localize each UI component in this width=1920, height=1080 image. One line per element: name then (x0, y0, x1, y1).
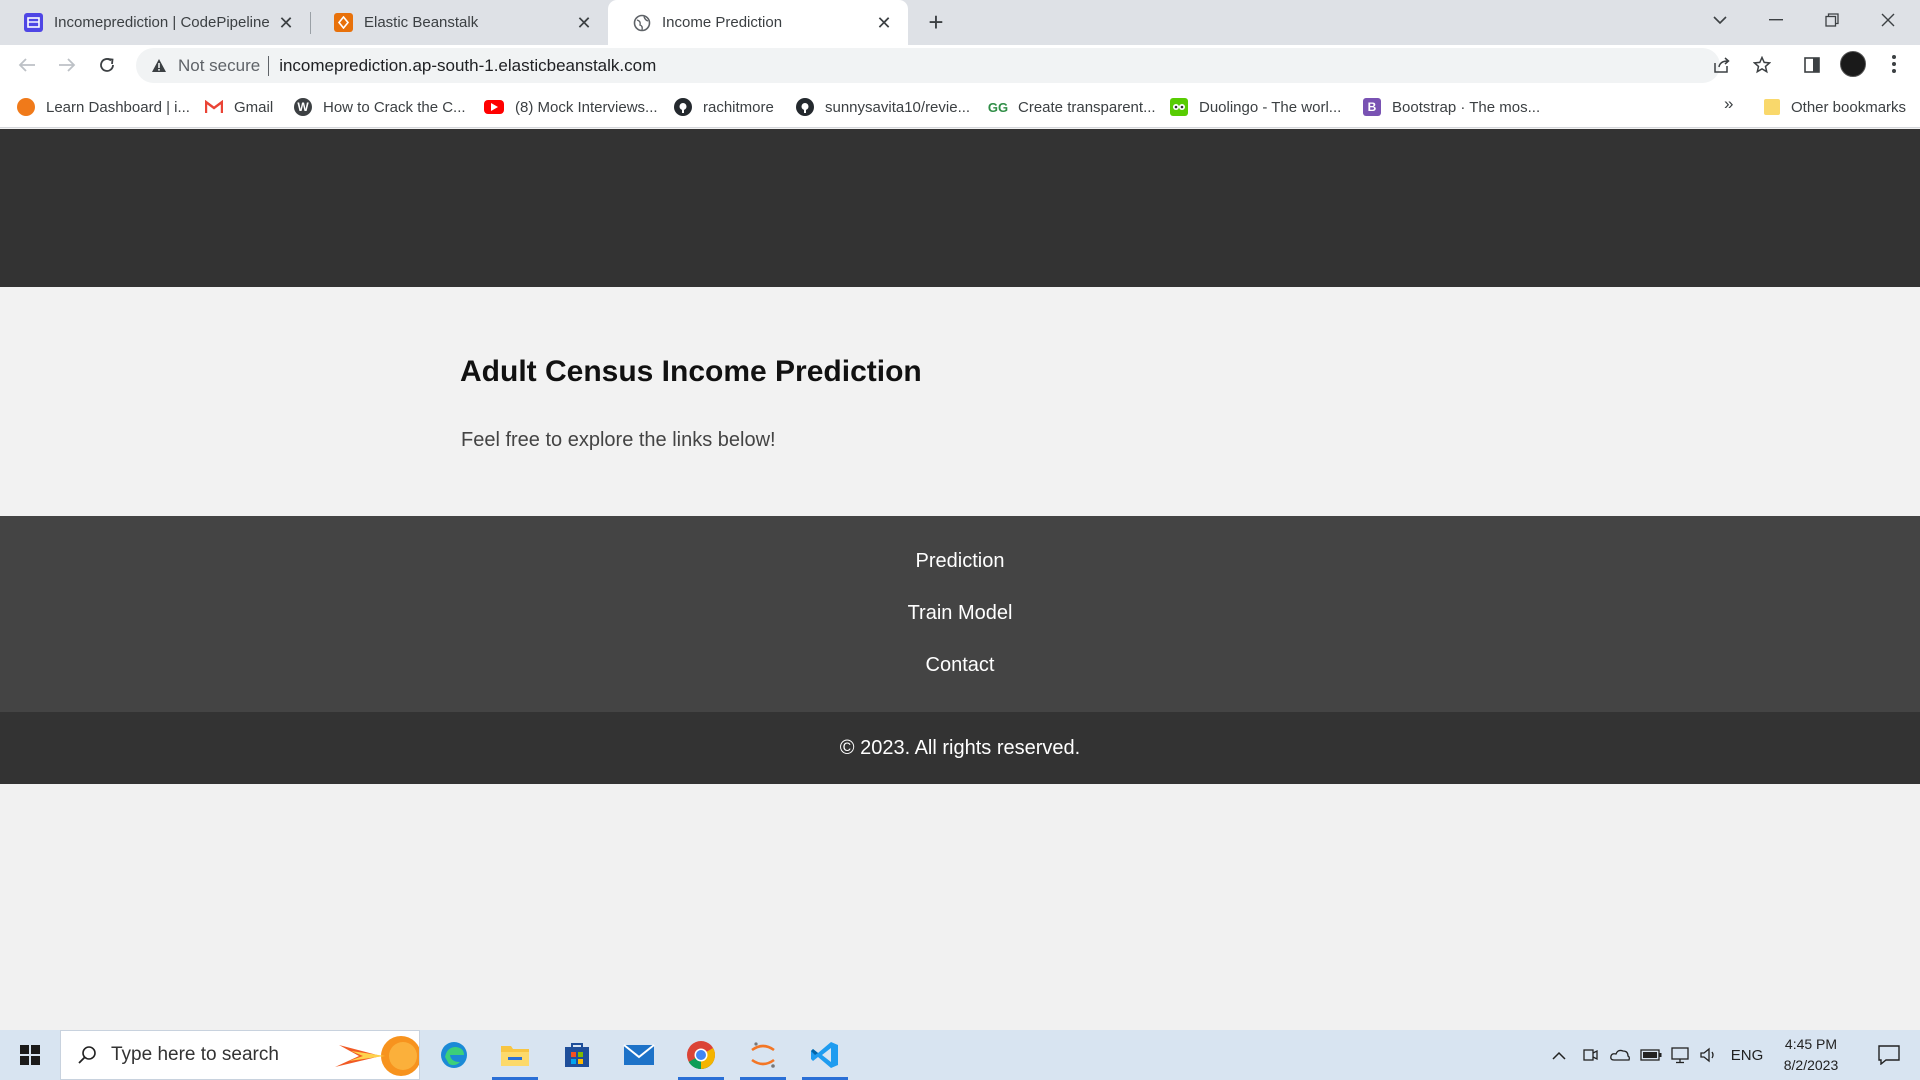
geeksforgeeks-icon: GG (987, 99, 1009, 115)
codepipeline-icon (24, 13, 43, 32)
search-placeholder: Type here to search (111, 1044, 279, 1065)
address-bar[interactable]: Not secure incomeprediction.ap-south-1.e… (136, 48, 1720, 83)
copyright-text: © 2023. All rights reserved. (839, 736, 1081, 759)
battery-icon[interactable] (1638, 1030, 1664, 1080)
network-icon[interactable] (1668, 1030, 1694, 1080)
folder-icon (1764, 99, 1780, 115)
taskbar-clock[interactable]: 4:45 PM 8/2/2023 (1772, 1034, 1850, 1076)
vscode-icon[interactable] (796, 1030, 854, 1080)
bookmark-label: How to Crack the C... (323, 98, 466, 116)
bookmarks-bar: Learn Dashboard | i... Gmail W How to Cr… (0, 86, 1920, 128)
side-panel-icon[interactable] (1796, 49, 1828, 81)
github-icon (674, 98, 692, 116)
edge-icon[interactable] (425, 1030, 483, 1080)
tab-elastic-beanstalk[interactable]: Elastic Beanstalk ✕ (310, 0, 608, 45)
windows-taskbar: Type here to search ENG 4:45 PM 8/2/2023 (0, 1030, 1920, 1080)
bookmark-item[interactable]: Duolingo - The worl... (1170, 86, 1341, 128)
close-tab-icon[interactable]: ✕ (574, 13, 594, 33)
address-divider (268, 55, 270, 76)
onedrive-icon[interactable] (1606, 1030, 1634, 1080)
bookmark-star-icon[interactable] (1746, 49, 1778, 81)
new-tab-button[interactable]: + (922, 8, 950, 36)
bookmark-item[interactable]: Gmail (205, 86, 273, 128)
contact-link[interactable]: Contact (0, 654, 1920, 677)
tab-codepipeline[interactable]: Incomeprediction | CodePipeline ✕ (0, 0, 310, 45)
browser-menu-icon[interactable] (1884, 50, 1904, 78)
meet-now-icon[interactable] (1578, 1030, 1602, 1080)
close-window-icon[interactable] (1860, 0, 1916, 40)
browser-tab-strip: Incomeprediction | CodePipeline ✕ Elasti… (0, 0, 1920, 45)
bookmark-label: rachitmore (703, 98, 774, 116)
elastic-beanstalk-icon (334, 13, 353, 32)
bookmark-label: Learn Dashboard | i... (46, 98, 190, 116)
hero-section: Adult Census Income Prediction Feel free… (0, 287, 1920, 516)
bookmark-item[interactable]: B Bootstrap · The mos... (1363, 86, 1540, 128)
minimize-icon[interactable] (1748, 0, 1804, 40)
tab-income-prediction[interactable]: Income Prediction ✕ (608, 0, 908, 45)
links-section: Prediction Train Model Contact (0, 516, 1920, 712)
back-arrow-icon[interactable] (11, 49, 43, 81)
tab-title: Elastic Beanstalk (364, 14, 479, 31)
restore-icon[interactable] (1804, 0, 1860, 40)
bookmark-item[interactable]: W How to Crack the C... (294, 86, 466, 128)
notification-center-icon[interactable] (1864, 1030, 1914, 1080)
clock-date: 8/2/2023 (1783, 1057, 1839, 1073)
url-text[interactable]: incomeprediction.ap-south-1.elasticbeans… (279, 56, 656, 76)
bootstrap-icon: B (1363, 98, 1381, 116)
search-icon (75, 1043, 99, 1067)
bookmark-item[interactable]: GG Create transparent... (987, 86, 1156, 128)
gmail-icon (205, 98, 223, 116)
mail-icon[interactable] (610, 1030, 668, 1080)
bookmark-item[interactable]: sunnysavita10/revie... (796, 86, 970, 128)
jupyter-icon[interactable] (734, 1030, 792, 1080)
browser-toolbar: Not secure incomeprediction.ap-south-1.e… (0, 45, 1920, 86)
language-indicator[interactable]: ENG (1726, 1030, 1768, 1080)
youtube-icon (484, 100, 504, 114)
share-icon[interactable] (1706, 49, 1738, 81)
reload-icon[interactable] (91, 49, 123, 81)
site-header (0, 129, 1920, 287)
tab-title: Incomeprediction | CodePipeline (54, 14, 270, 31)
other-bookmarks-label: Other bookmarks (1791, 98, 1907, 116)
bookmark-item[interactable]: (8) Mock Interviews... (484, 86, 658, 128)
page-subtitle: Feel free to explore the links below! (461, 429, 776, 451)
site-footer: © 2023. All rights reserved. (0, 712, 1920, 784)
bookmark-label: sunnysavita10/revie... (825, 98, 971, 116)
profile-avatar[interactable] (1840, 51, 1866, 77)
bookmark-item[interactable]: rachitmore (674, 86, 774, 128)
clock-time: 4:45 PM (1784, 1036, 1838, 1052)
wordpress-icon: W (294, 98, 312, 116)
security-status-label[interactable]: Not secure (178, 56, 260, 76)
prediction-link[interactable]: Prediction (0, 550, 1920, 573)
bookmark-label: Create transparent... (1018, 98, 1156, 116)
close-tab-icon[interactable]: ✕ (276, 13, 296, 33)
volume-icon[interactable] (1696, 1030, 1722, 1080)
globe-icon (632, 13, 651, 32)
microsoft-store-icon[interactable] (548, 1030, 606, 1080)
bookmark-label: Gmail (234, 98, 274, 116)
train-model-link[interactable]: Train Model (0, 602, 1920, 625)
file-explorer-icon[interactable] (486, 1030, 544, 1080)
bookmark-label: Duolingo - The worl... (1199, 98, 1342, 116)
forward-arrow-icon[interactable] (51, 49, 83, 81)
page-title: Adult Census Income Prediction (460, 355, 922, 388)
duolingo-icon (1170, 98, 1188, 116)
tab-search-icon[interactable] (1692, 0, 1748, 40)
bookmark-item[interactable]: Learn Dashboard | i... (17, 86, 190, 128)
search-highlight-art-icon (329, 1031, 419, 1079)
learn-icon (17, 98, 35, 116)
github-icon (796, 98, 814, 116)
bookmark-label: Bootstrap · The mos... (1392, 98, 1541, 116)
chrome-icon[interactable] (672, 1030, 730, 1080)
show-hidden-icons-chevron-icon[interactable] (1547, 1030, 1571, 1080)
taskbar-search-box[interactable]: Type here to search (60, 1030, 420, 1080)
bookmark-label: (8) Mock Interviews... (515, 98, 658, 116)
tab-title: Income Prediction (662, 14, 783, 31)
close-tab-icon[interactable]: ✕ (874, 13, 894, 33)
warning-icon[interactable] (150, 57, 168, 75)
other-bookmarks-folder[interactable]: Other bookmarks (1764, 86, 1906, 128)
windows-start-icon[interactable] (0, 1030, 60, 1080)
bookmarks-overflow-chevron-icon[interactable]: » (1724, 94, 1733, 114)
